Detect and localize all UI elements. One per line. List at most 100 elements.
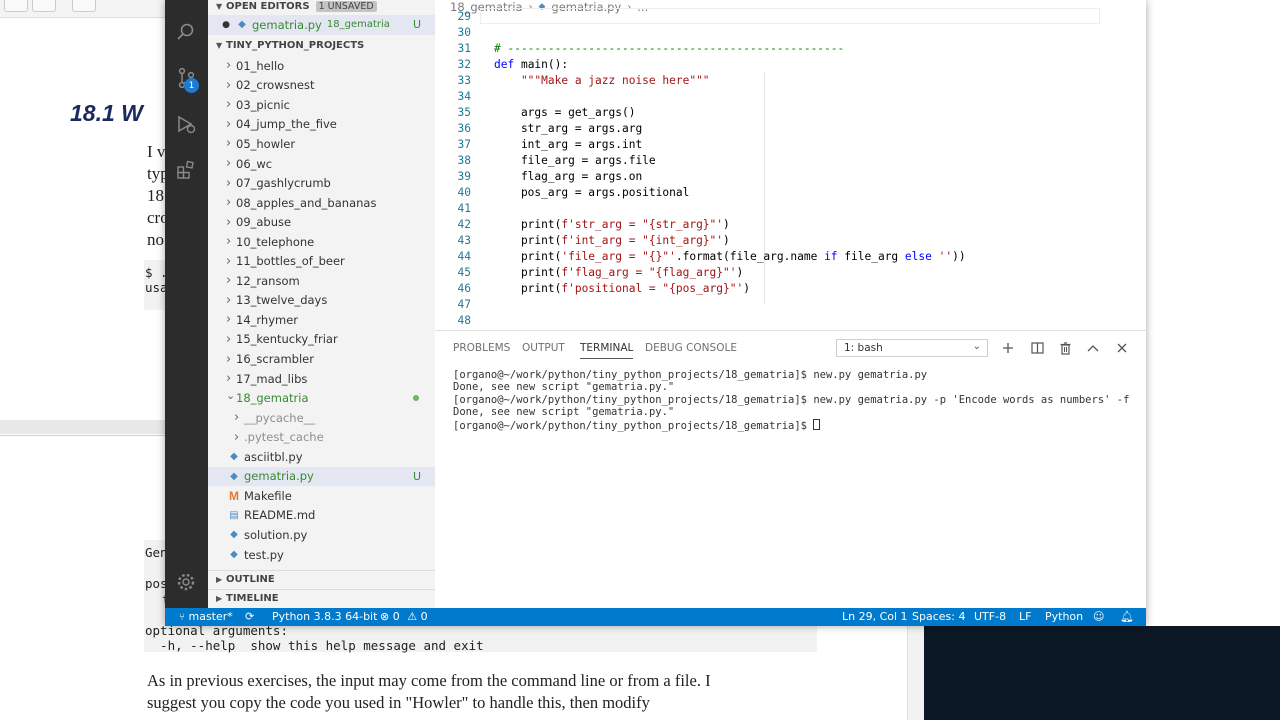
encoding[interactable]: UTF-8 <box>974 610 1006 623</box>
code-token: ) <box>723 234 730 247</box>
outline-header[interactable]: ▶ OUTLINE <box>208 570 435 588</box>
code-line[interactable]: 33 """Make a jazz noise here""" <box>435 74 1135 90</box>
file-item[interactable]: ▤ README.md <box>208 506 435 526</box>
subfolder-item[interactable]: › __pycache__ <box>208 408 435 428</box>
code-line[interactable]: 30 <box>435 26 1135 42</box>
tab-debug-console[interactable]: DEBUG CONSOLE <box>645 342 737 354</box>
indentation[interactable]: Spaces: 4 <box>912 610 965 623</box>
folder-item[interactable]: › 07_gashlycrumb <box>208 173 435 193</box>
folder-item[interactable]: › 06_wc <box>208 154 435 174</box>
code-line[interactable]: 45 print(f'flag_arg = "{flag_arg}"') <box>435 266 1135 282</box>
timeline-header[interactable]: ▶ TIMELINE <box>208 589 435 607</box>
debug-icon[interactable] <box>174 112 198 136</box>
project-header[interactable]: ▼ TINY_PYTHON_PROJECTS <box>208 36 435 54</box>
code-editor[interactable]: 18_gematria › ◆ gematria.py › ... 29 30 31… <box>435 0 1146 330</box>
settings-gear-icon[interactable] <box>174 570 198 594</box>
file-item[interactable]: M Makefile <box>208 486 435 506</box>
code-line[interactable]: 41 <box>435 202 1135 218</box>
open-editors-header[interactable]: ▼ OPEN EDITORS 1 UNSAVED <box>208 0 435 15</box>
explorer-sidebar: ▼ OPEN EDITORS 1 UNSAVED ● ◆ gematria.py… <box>208 0 435 608</box>
tab-output[interactable]: OUTPUT <box>522 342 565 354</box>
close-panel-icon[interactable] <box>1113 339 1131 357</box>
subfolder-item[interactable]: › .pytest_cache <box>208 427 435 447</box>
error-icon: ⊗ <box>380 610 390 623</box>
code-line[interactable]: 39 flag_arg = args.on <box>435 170 1135 186</box>
extensions-icon[interactable] <box>174 158 198 182</box>
folder-item[interactable]: › 04_jump_the_five <box>208 115 435 135</box>
end-of-line[interactable]: LF <box>1019 610 1031 623</box>
folder-item[interactable]: › 13_twelve_days <box>208 291 435 311</box>
split-terminal-icon[interactable] <box>1028 339 1046 357</box>
status-bar: ⑂ master* ⟳ Python 3.8.3 64-bit ⊗ 0 ⚠ 0 … <box>165 608 1146 626</box>
sync-icon[interactable]: ⟳ <box>245 610 254 623</box>
code-line[interactable]: 37 int_arg = args.int <box>435 138 1135 154</box>
open-editor-item[interactable]: ● ◆ gematria.py 18_gematria U <box>208 15 435 35</box>
file-item[interactable]: ◆ solution.py <box>208 525 435 545</box>
code-line[interactable]: 43 print(f'int_arg = "{int_arg}"') <box>435 234 1135 250</box>
folder-item[interactable]: › 09_abuse <box>208 212 435 232</box>
code-token: print( <box>494 234 562 247</box>
code-line[interactable]: 31 # ------------------------------------… <box>435 42 1135 58</box>
code-line[interactable]: 36 str_arg = args.arg <box>435 122 1135 138</box>
file-item[interactable]: ◆ asciitbl.py <box>208 447 435 467</box>
code-line[interactable]: 29 <box>435 10 1135 26</box>
tab-problems[interactable]: PROBLEMS <box>453 342 510 354</box>
folder-item[interactable]: › 08_apples_and_bananas <box>208 193 435 213</box>
code-line[interactable]: 42 print(f'str_arg = "{str_arg}"') <box>435 218 1135 234</box>
notifications-bell-icon[interactable]: 🔔︎ <box>1120 610 1134 623</box>
folder-item[interactable]: › 10_telephone <box>208 232 435 252</box>
terminal-prompt[interactable]: [organo@~/work/python/tiny_python_projec… <box>453 419 821 432</box>
project-title: TINY_PYTHON_PROJECTS <box>226 39 365 51</box>
code-line[interactable]: 40 pos_arg = args.positional <box>435 186 1135 202</box>
interpreter-selector[interactable]: Python 3.8.3 64-bit <box>272 610 377 623</box>
tab-terminal[interactable]: TERMINAL <box>580 342 634 359</box>
code-line[interactable]: 48 <box>435 314 1135 330</box>
folder-item[interactable]: › 17_mad_libs <box>208 369 435 389</box>
branch-item[interactable]: ⑂ master* <box>179 610 233 623</box>
problems-indicator[interactable]: ⊗ 0 ⚠ 0 <box>380 610 428 623</box>
terminal-select[interactable]: 1: bash ⌄ <box>836 339 988 357</box>
cursor-position[interactable]: Ln 29, Col 1 <box>842 610 908 623</box>
code-line[interactable]: 47 <box>435 298 1135 314</box>
folder-item[interactable]: › 12_ransom <box>208 271 435 291</box>
folder-item[interactable]: › 05_howler <box>208 134 435 154</box>
code-line[interactable]: 35 args = get_args() <box>435 106 1135 122</box>
zoom-out-button[interactable] <box>4 0 28 12</box>
untracked-status: U <box>412 469 421 483</box>
line-number: 38 <box>457 154 471 167</box>
chevron-right-icon: › <box>234 429 240 445</box>
folder-item[interactable]: › 16_scrambler <box>208 349 435 369</box>
file-item[interactable]: ◆ test.py <box>208 545 435 565</box>
unsaved-dot-icon[interactable]: ● <box>208 20 230 30</box>
zoom-in-button[interactable] <box>32 0 56 12</box>
folder-item[interactable]: › 15_kentucky_friar <box>208 330 435 350</box>
feedback-icon[interactable]: ☺ <box>1093 610 1104 623</box>
code-line[interactable]: 34 <box>435 90 1135 106</box>
code-line[interactable]: 38 file_arg = args.file <box>435 154 1135 170</box>
search-icon[interactable] <box>174 20 198 44</box>
share-button[interactable] <box>72 0 96 12</box>
folder-item[interactable]: › 02_crowsnest <box>208 76 435 96</box>
trash-icon[interactable] <box>1056 339 1074 357</box>
folder-item-open[interactable]: ⌄ 18_gematria <box>208 388 435 408</box>
warning-icon: ⚠ <box>407 610 418 623</box>
maximize-panel-icon[interactable] <box>1084 339 1102 357</box>
code-line[interactable]: 44 print('file_arg = "{}"'.format(file_a… <box>435 250 1135 266</box>
file-item[interactable]: ◆ gematria.py U <box>208 466 435 487</box>
tree-item-label: __pycache__ <box>244 410 316 425</box>
code-line[interactable]: 46 print(f'positional = "{pos_arg}"') <box>435 282 1135 298</box>
code-text: print('file_arg = "{}"'.format(file_arg.… <box>494 250 966 263</box>
warning-count: 0 <box>420 610 428 623</box>
line-number: 40 <box>457 186 471 199</box>
folder-item[interactable]: › 11_bottles_of_beer <box>208 252 435 272</box>
code-text: str_arg = args.arg <box>494 122 642 135</box>
code-line[interactable]: 32 def main(): <box>435 58 1135 74</box>
tree-item-label: 05_howler <box>236 136 296 151</box>
folder-item[interactable]: › 03_picnic <box>208 95 435 115</box>
language-mode[interactable]: Python <box>1045 610 1083 623</box>
new-terminal-icon[interactable] <box>999 339 1017 357</box>
folder-item[interactable]: › 14_rhymer <box>208 310 435 330</box>
code-token: ) <box>743 282 750 295</box>
page-band <box>0 420 165 434</box>
folder-item[interactable]: › 01_hello <box>208 56 435 76</box>
